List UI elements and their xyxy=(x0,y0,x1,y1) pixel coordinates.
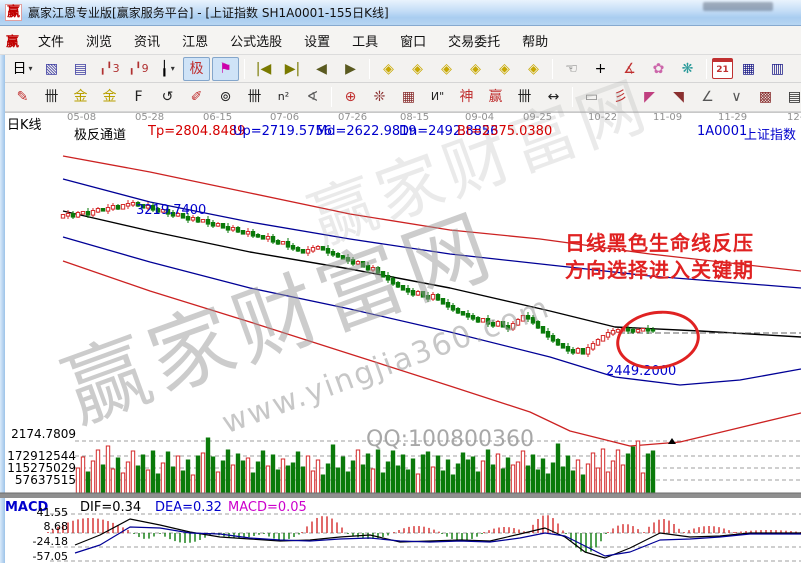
annotation-note-line2: 方向选择进入关键期 xyxy=(565,254,754,283)
period-label[interactable]: 日K线 xyxy=(7,114,42,133)
macd-dif-value: DIF=0.34 xyxy=(80,500,141,515)
vol-scale-3: 57637515 xyxy=(4,473,76,487)
indicator-name[interactable]: 极反通道 xyxy=(74,124,126,143)
annotation-note-line1: 日线黑色生命线反压 xyxy=(565,227,754,256)
macd-scale-2: 8.68 xyxy=(4,520,68,533)
indicator-tp: Tp=2804.8489 xyxy=(148,124,245,139)
macd-scale-4: -57.05 xyxy=(4,550,68,563)
macd-hist-value: MACD=0.05 xyxy=(228,500,307,515)
macd-scale-1: 41.55 xyxy=(4,506,68,519)
symbol-name: 上证指数 xyxy=(744,124,796,143)
macd-dea-value: DEA=0.32 xyxy=(155,500,222,515)
macd-scale-3: -24.18 xyxy=(4,535,68,548)
application-window: 赢 赢家江恩专业版[赢家服务平台] - [上证指数 SH1A0001-155日K… xyxy=(0,0,801,563)
high-price-label: 3219.7400 xyxy=(136,203,206,218)
indicator-bt: Bt=2375.0380 xyxy=(457,124,552,139)
main-scale-low: 2174.7809 xyxy=(4,427,76,441)
symbol-code: 1A0001 xyxy=(697,124,747,139)
